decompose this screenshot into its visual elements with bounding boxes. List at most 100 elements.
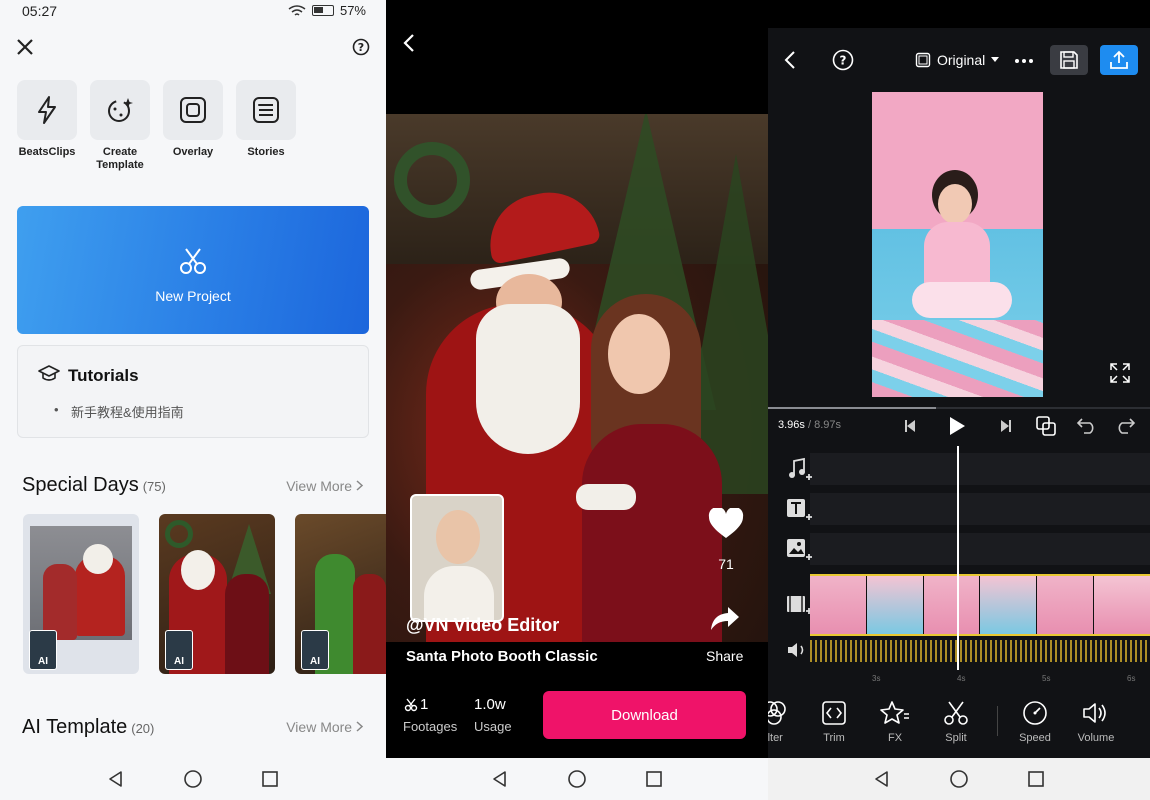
close-icon[interactable] bbox=[16, 38, 34, 56]
fullscreen-icon[interactable] bbox=[1110, 363, 1130, 383]
chevron-right-icon bbox=[356, 721, 364, 732]
save-button[interactable] bbox=[1050, 45, 1088, 75]
more-icon[interactable] bbox=[1014, 58, 1034, 64]
ai-template-view-more-label: View More bbox=[286, 719, 353, 735]
template-video-preview[interactable]: 71 @VN Video Editor bbox=[386, 114, 768, 642]
aspect-ratio-label: Original bbox=[937, 52, 986, 68]
tool-trim-label: Trim bbox=[823, 732, 845, 744]
nav-recents-icon[interactable] bbox=[645, 770, 663, 788]
back-arrow-icon[interactable] bbox=[784, 50, 796, 70]
status-bar: 05:27 57% bbox=[0, 0, 386, 24]
wreath-shape bbox=[165, 520, 193, 548]
skip-start-icon[interactable] bbox=[904, 419, 916, 433]
ruler-tick-5s: 5s bbox=[1042, 674, 1051, 683]
help-icon[interactable]: ? bbox=[352, 38, 370, 56]
playback-progress-fill bbox=[768, 407, 936, 409]
add-text-icon[interactable] bbox=[786, 497, 812, 523]
tool-fx-label: FX bbox=[887, 732, 903, 744]
caret-down-icon bbox=[991, 57, 1000, 62]
video-clip-strip[interactable] bbox=[810, 574, 1150, 636]
template-preview-screen: 71 @VN Video Editor Santa Photo Booth Cl… bbox=[386, 0, 768, 800]
create-template-label: Create Template bbox=[96, 146, 144, 171]
text-track[interactable] bbox=[810, 493, 1150, 525]
face-reference-thumb[interactable] bbox=[410, 494, 504, 622]
overlay-button[interactable] bbox=[163, 80, 223, 140]
ai-badge: AI bbox=[301, 630, 329, 670]
skip-end-icon[interactable] bbox=[1000, 419, 1012, 433]
tool-trim[interactable]: Trim bbox=[806, 700, 862, 744]
help-icon[interactable]: ? bbox=[832, 49, 854, 71]
nav-home-icon[interactable] bbox=[567, 769, 587, 789]
heart-icon[interactable] bbox=[708, 508, 744, 540]
ruler-tick-3s: 3s bbox=[872, 674, 881, 683]
santa-glove bbox=[576, 484, 636, 510]
new-project-button[interactable]: New Project bbox=[17, 206, 369, 334]
tutorials-bullet: • bbox=[54, 402, 59, 417]
wifi-icon bbox=[288, 4, 306, 16]
add-clip-icon[interactable] bbox=[786, 594, 812, 616]
volume-track-icon[interactable] bbox=[786, 640, 810, 660]
add-music-icon[interactable] bbox=[786, 457, 812, 483]
nav-home-icon[interactable] bbox=[949, 769, 969, 789]
tool-volume[interactable]: Volume bbox=[1068, 700, 1124, 744]
nav-recents-icon[interactable] bbox=[1027, 770, 1045, 788]
ruler-tick-4s: 4s bbox=[957, 674, 966, 683]
download-button[interactable]: Download bbox=[543, 691, 746, 739]
template-thumb-3[interactable]: AI bbox=[295, 514, 386, 674]
footages-stat: 1 bbox=[404, 696, 428, 713]
redo-icon[interactable] bbox=[1114, 417, 1136, 435]
aspect-ratio-selector[interactable]: Original bbox=[915, 52, 1000, 68]
playback-progress[interactable] bbox=[768, 407, 1150, 409]
export-button[interactable] bbox=[1100, 45, 1138, 75]
nav-recents-icon[interactable] bbox=[261, 770, 279, 788]
battery-percent: 57% bbox=[339, 3, 366, 18]
template-thumb-2[interactable]: AI bbox=[159, 514, 275, 674]
lightning-icon bbox=[38, 96, 56, 124]
template-thumb-1[interactable]: AI bbox=[23, 514, 139, 674]
image-track[interactable] bbox=[810, 533, 1150, 565]
ai-badge: AI bbox=[165, 630, 193, 670]
tool-speed[interactable]: Speed bbox=[1007, 700, 1063, 744]
tool-fx[interactable]: FX bbox=[867, 700, 923, 744]
back-arrow-icon[interactable] bbox=[402, 33, 416, 53]
share-icon[interactable] bbox=[710, 605, 740, 631]
battery-icon bbox=[311, 5, 334, 16]
tutorials-card[interactable]: Tutorials • 新手教程&使用指南 bbox=[17, 345, 369, 438]
playhead[interactable] bbox=[957, 446, 959, 670]
nav-back-icon[interactable] bbox=[107, 770, 125, 788]
add-image-icon[interactable] bbox=[786, 537, 812, 563]
create-template-button[interactable] bbox=[90, 80, 150, 140]
play-icon[interactable] bbox=[948, 416, 966, 436]
stories-button[interactable] bbox=[236, 80, 296, 140]
footages-label: Footages bbox=[403, 719, 458, 734]
ai-template-view-more[interactable]: View More bbox=[286, 719, 364, 735]
nav-back-icon[interactable] bbox=[491, 770, 509, 788]
time-readout: 3.96s / 8.97s bbox=[778, 419, 841, 431]
ai-template-heading: AI Template (20) bbox=[22, 716, 154, 739]
ref-blouse bbox=[424, 566, 494, 620]
nav-home-icon[interactable] bbox=[183, 769, 203, 789]
scissors-icon bbox=[180, 248, 206, 274]
overlay-icon bbox=[180, 97, 206, 123]
girl-legs bbox=[912, 282, 1012, 318]
woman-figure bbox=[43, 564, 77, 640]
beatsclips-button[interactable] bbox=[17, 80, 77, 140]
status-time: 05:27 bbox=[22, 3, 58, 19]
music-track[interactable] bbox=[810, 453, 1150, 485]
ai-template-title: AI Template bbox=[22, 716, 128, 738]
clip-frame bbox=[980, 576, 1038, 634]
status-right: 57% bbox=[288, 3, 366, 18]
undo-icon[interactable] bbox=[1076, 417, 1098, 435]
overlay-clip-icon[interactable] bbox=[1035, 415, 1057, 437]
special-days-view-more[interactable]: View More bbox=[286, 478, 364, 494]
tool-split[interactable]: Split bbox=[928, 700, 984, 744]
editor-screen: ? Original 3.96s / 8.97s 3s 4s 5s 6s lte… bbox=[768, 0, 1150, 800]
share-label[interactable]: Share bbox=[706, 648, 743, 664]
tool-volume-label: Volume bbox=[1077, 732, 1115, 744]
template-title: Santa Photo Booth Classic bbox=[406, 648, 598, 665]
video-preview[interactable] bbox=[872, 92, 1043, 397]
nav-back-icon[interactable] bbox=[873, 770, 891, 788]
tutorials-item[interactable]: 新手教程&使用指南 bbox=[71, 402, 184, 421]
frame-icon bbox=[915, 52, 931, 68]
tool-filter[interactable]: ilter bbox=[768, 700, 802, 744]
